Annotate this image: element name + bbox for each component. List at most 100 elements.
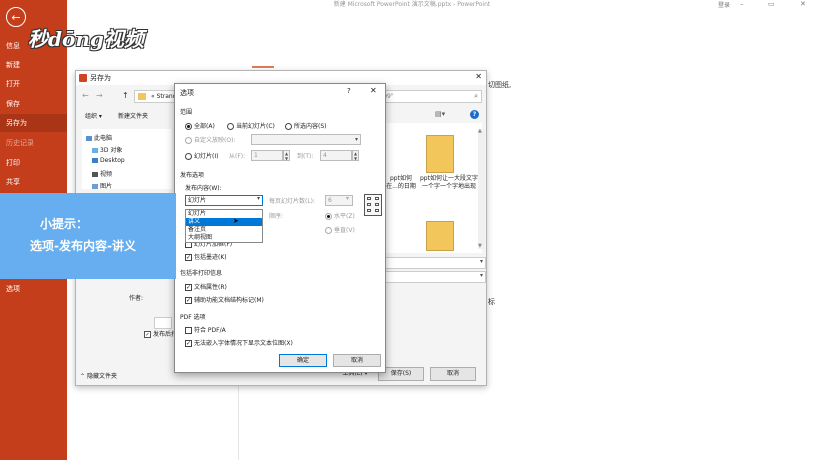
- checkbox-icon: [185, 327, 192, 334]
- chevron-down-icon: ▾: [354, 136, 358, 143]
- radio-label: 自定义放映(O):: [194, 137, 236, 144]
- up-icon[interactable]: ↑: [122, 91, 129, 100]
- tree-item-pictures[interactable]: 图片: [92, 181, 112, 190]
- radio-label: 垂直(V): [334, 227, 355, 234]
- scrollbar[interactable]: [478, 129, 485, 249]
- grid-cell: [375, 197, 379, 200]
- scroll-up-icon[interactable]: ▲: [478, 128, 482, 134]
- range-custom-radio: 自定义放映(O):: [185, 135, 235, 144]
- publish-after-checkbox[interactable]: ✓ 发布后打: [144, 329, 177, 338]
- dropdown-option-notes[interactable]: 备注页: [186, 226, 262, 234]
- options-title: 选项: [180, 89, 194, 97]
- dropdown-option-outline[interactable]: 大纲视图: [186, 234, 262, 242]
- view-options-icon[interactable]: ▤▾: [435, 110, 445, 118]
- app-title: 新建 Microsoft PowerPoint 演示文稿.pptx - Powe…: [333, 1, 491, 8]
- range-all-radio[interactable]: 全部(A): [185, 121, 215, 130]
- radio-selected-icon: [325, 213, 332, 220]
- cancel-button[interactable]: 取消: [333, 354, 381, 367]
- back-icon[interactable]: ←: [82, 91, 89, 100]
- tree-item-label: 此电脑: [94, 135, 113, 142]
- checkbox-label: 无法嵌入字体情况下显示文本位图(X): [194, 340, 293, 347]
- doc-props-checkbox[interactable]: ✓ 文档属性(R): [185, 282, 227, 291]
- close-window-button[interactable]: ✕: [800, 0, 806, 8]
- address-text: « Strand: [151, 93, 177, 100]
- field-fragment[interactable]: [154, 317, 172, 329]
- new-folder-button[interactable]: 新建文件夹: [118, 111, 148, 120]
- radio-label: 当前幻灯片(C): [236, 123, 275, 130]
- checkbox-label: 包括墨迹(K): [194, 254, 227, 261]
- from-input[interactable]: 1: [251, 150, 283, 161]
- radio-icon: [185, 153, 192, 160]
- cancel-button[interactable]: 取消: [430, 367, 476, 381]
- struct-tags-checkbox[interactable]: ✓ 辅助功能文档结构标记(M): [185, 295, 264, 304]
- nav-history: 历史记录: [6, 139, 34, 147]
- to-input[interactable]: 4: [320, 150, 352, 161]
- file-thumbnail[interactable]: [426, 135, 454, 173]
- 3d-objects-icon: [92, 148, 98, 153]
- forward-icon[interactable]: →: [96, 91, 103, 100]
- grid-cell: [367, 209, 371, 212]
- checkbox-checked-icon: ✓: [185, 254, 192, 261]
- from-spinner[interactable]: ▲ ▼: [283, 150, 290, 161]
- close-icon[interactable]: ✕: [370, 86, 377, 95]
- hide-folders-label: 隐藏文件夹: [86, 373, 117, 380]
- nav-print[interactable]: 打印: [0, 154, 67, 172]
- publish-what-dropdown-list: 幻灯片 讲义 备注页 大纲视图: [185, 209, 263, 243]
- radio-icon: [325, 227, 332, 234]
- tree-item-this-pc[interactable]: 此电脑: [86, 133, 112, 142]
- search-icon: ⌕: [474, 92, 478, 100]
- organize-menu[interactable]: 组织 ▾: [85, 111, 102, 120]
- tip-text: 选项-发布内容-讲义: [30, 239, 136, 253]
- range-slides-radio[interactable]: 幻灯片(I): [185, 151, 218, 160]
- filename-field-end[interactable]: ▾: [382, 257, 486, 269]
- help-icon[interactable]: ?: [347, 87, 351, 95]
- dropdown-option-slides[interactable]: 幻灯片: [186, 210, 262, 218]
- order-label: 顺序:: [269, 213, 284, 220]
- non-print-section-title: 包括非打印信息: [180, 270, 223, 277]
- restore-button[interactable]: ▭: [768, 0, 775, 8]
- pdfa-checkbox[interactable]: 符合 PDF/A: [185, 325, 226, 334]
- back-arrow-icon[interactable]: ←: [6, 7, 26, 27]
- login-link[interactable]: 登录: [718, 0, 730, 9]
- nav-new[interactable]: 新建: [0, 56, 67, 74]
- file-name[interactable]: ppt如何在...的日期: [386, 175, 416, 191]
- publish-what-select[interactable]: 幻灯片: [185, 195, 263, 206]
- close-icon[interactable]: ✕: [475, 72, 482, 81]
- minimize-button[interactable]: –: [740, 0, 744, 8]
- hide-folders-toggle[interactable]: ⌃ 隐藏文件夹: [80, 371, 117, 380]
- tree-item-label: 3D 对象: [100, 147, 123, 154]
- desktop-icon: [92, 158, 98, 163]
- nav-open[interactable]: 打开: [0, 75, 67, 93]
- radio-label: 幻灯片(I): [194, 153, 219, 160]
- checkbox-label: 辅助功能文档结构标记(M): [194, 297, 264, 304]
- range-current-radio[interactable]: 当前幻灯片(C): [227, 121, 275, 130]
- bitmap-text-checkbox[interactable]: ✓ 无法嵌入字体情况下显示文本位图(X): [185, 338, 293, 347]
- order-horizontal-radio: 水平(Z): [325, 211, 355, 220]
- slide-order-icon: [364, 194, 382, 216]
- tree-item-label: 视频: [100, 171, 113, 178]
- range-selection-radio[interactable]: 所选内容(S): [285, 121, 327, 130]
- pdf-section-title: PDF 选项: [180, 314, 206, 321]
- dropdown-option-handouts[interactable]: 讲义: [186, 218, 262, 226]
- order-vertical-radio: 垂直(V): [325, 225, 355, 234]
- computer-icon: [86, 136, 92, 141]
- file-thumbnail[interactable]: [426, 221, 454, 251]
- range-section-title: 范围: [180, 109, 193, 116]
- tree-item-3d[interactable]: 3D 对象: [92, 145, 122, 154]
- help-icon[interactable]: ?: [470, 110, 479, 119]
- tree-item-videos[interactable]: 视频: [92, 169, 112, 178]
- nav-share[interactable]: 共享: [0, 173, 67, 191]
- file-name[interactable]: ppt如何让一大段文字一个字一个字地出现: [420, 175, 478, 191]
- nav-save[interactable]: 保存: [0, 95, 67, 113]
- nav-options[interactable]: 选项: [0, 280, 67, 298]
- tree-item-desktop[interactable]: Desktop: [92, 157, 125, 164]
- folder-tree: 此电脑 3D 对象 Desktop 视频 图片: [82, 129, 172, 190]
- nav-save-as[interactable]: 另存为: [0, 114, 67, 132]
- radio-label: 所选内容(S): [294, 123, 327, 130]
- to-spinner[interactable]: ▲ ▼: [352, 150, 359, 161]
- radio-icon: [185, 137, 192, 144]
- scroll-down-icon[interactable]: ▼: [478, 243, 482, 249]
- savetype-field-end[interactable]: ▾: [382, 271, 486, 283]
- comments-checkbox[interactable]: ✓ 包括墨迹(K): [185, 252, 227, 261]
- ok-button[interactable]: 确定: [279, 354, 327, 367]
